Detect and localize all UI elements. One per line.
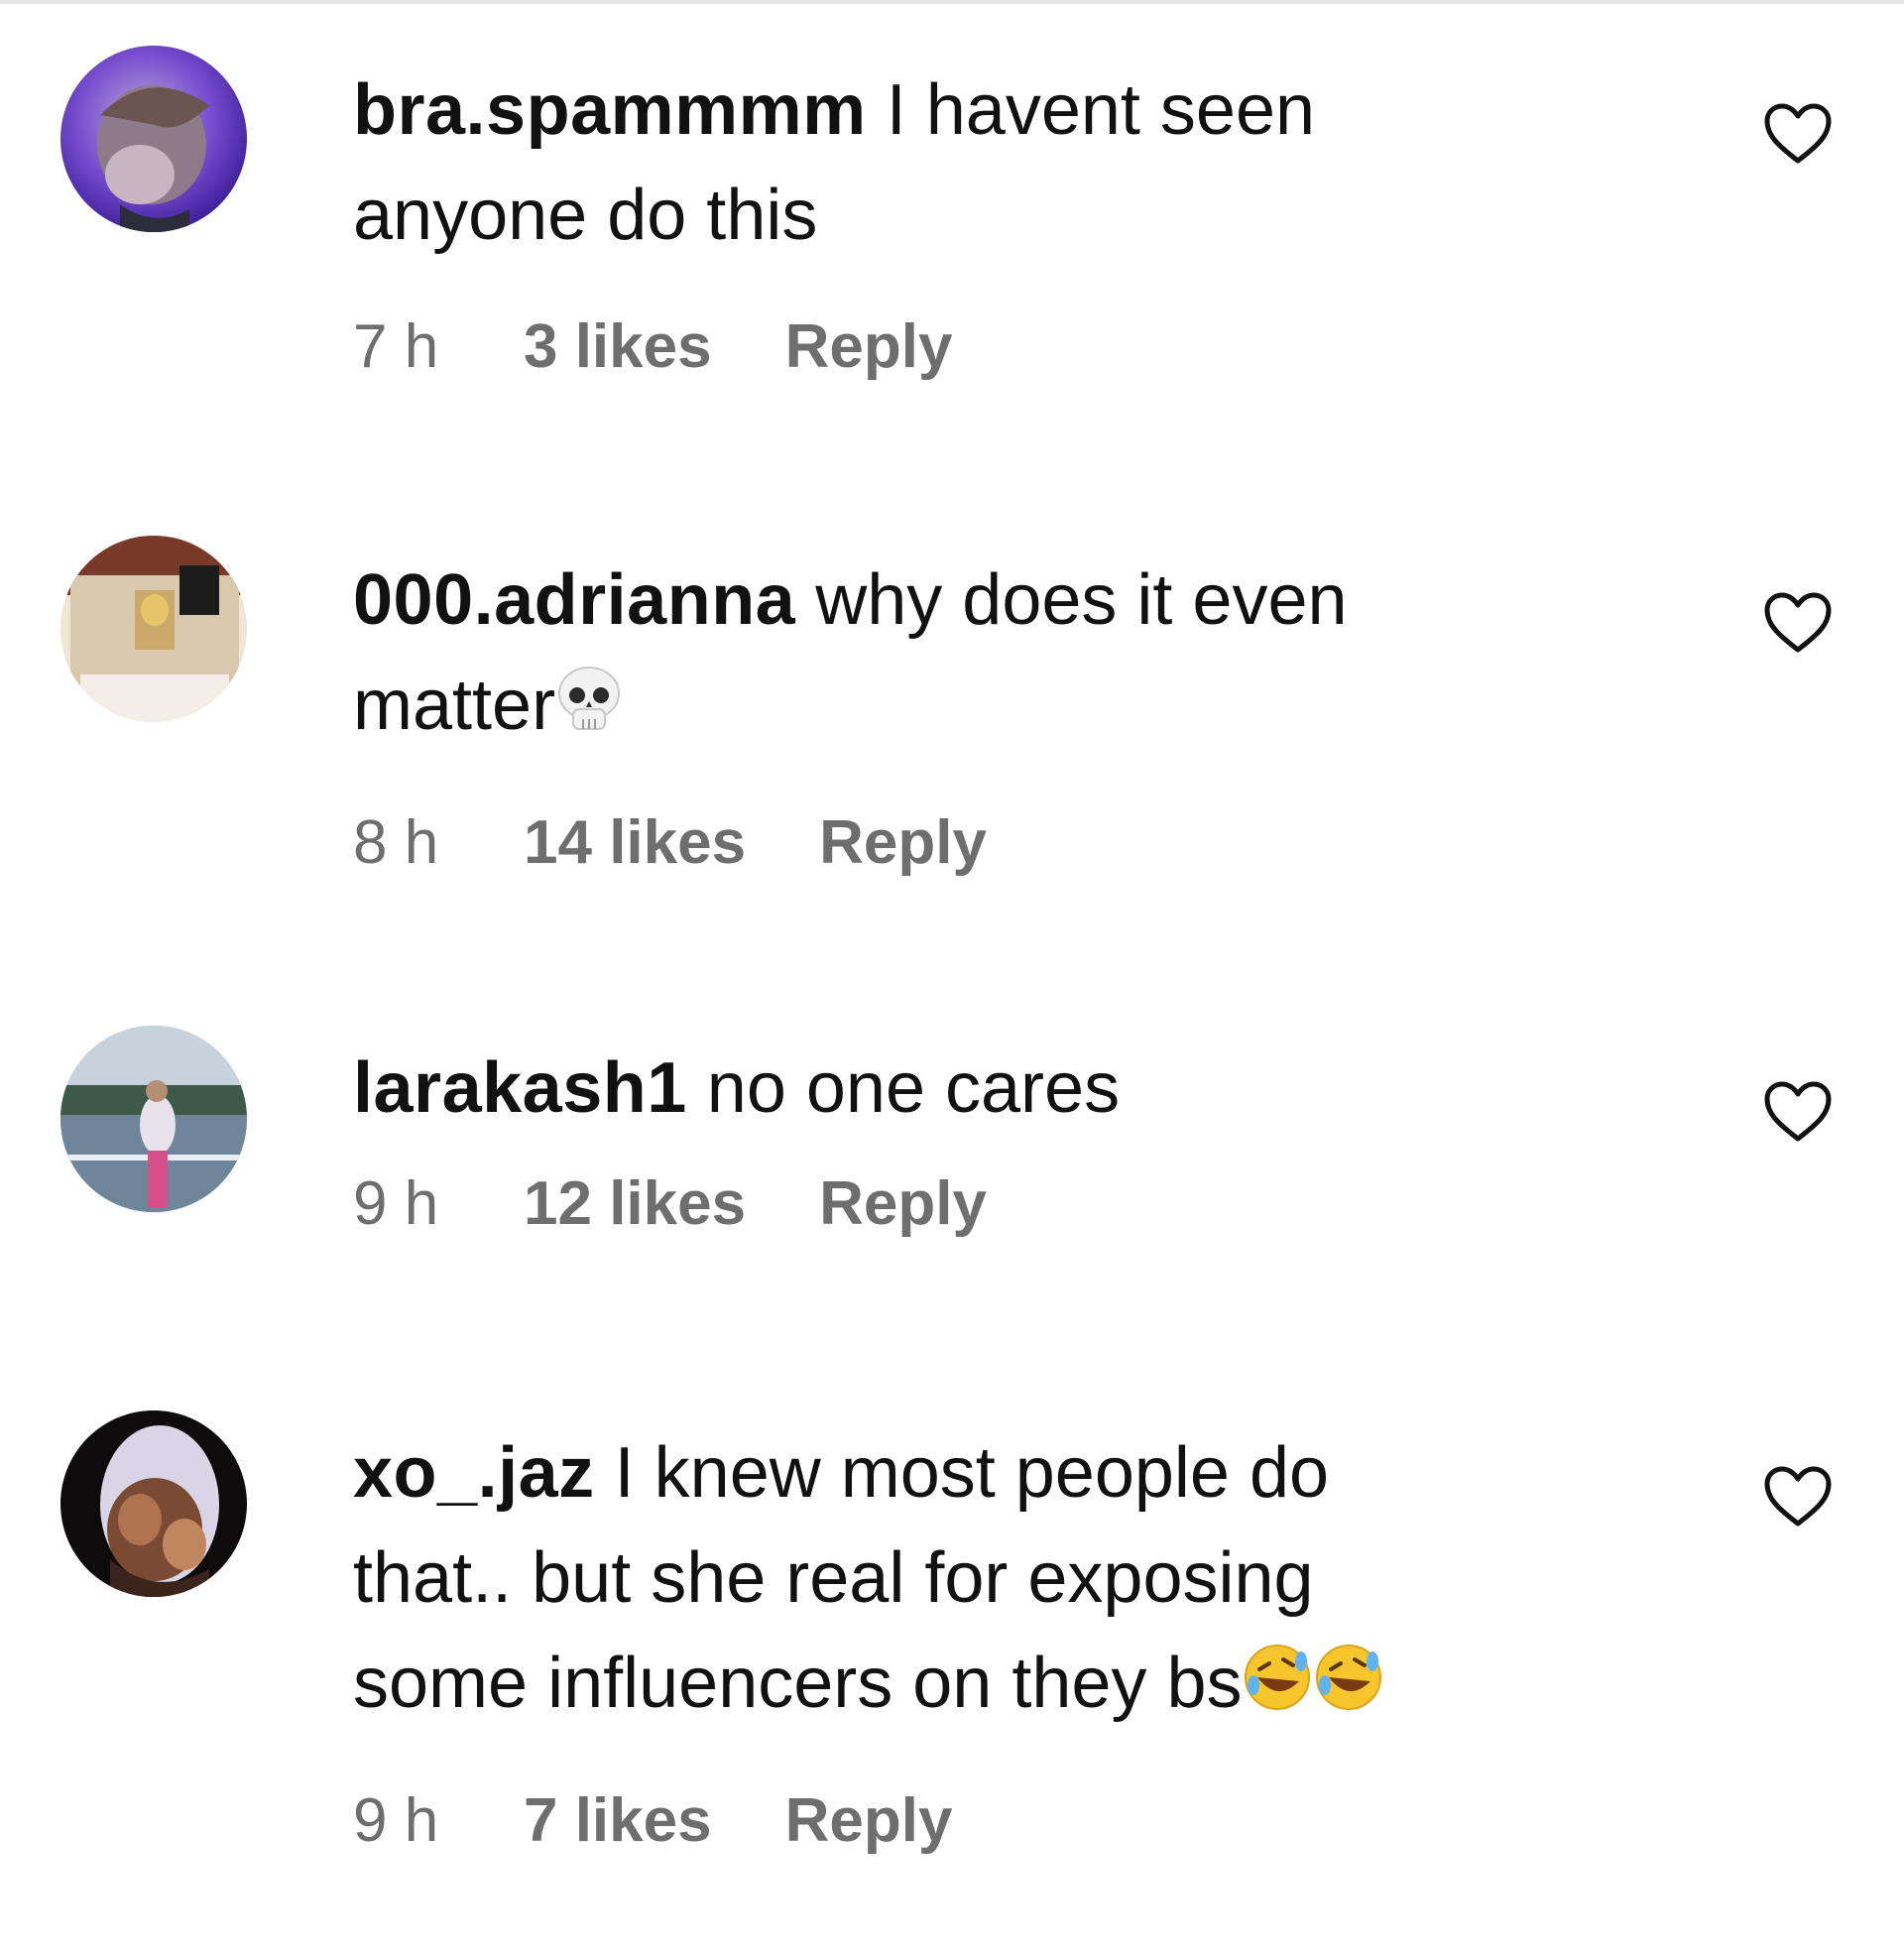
like-button[interactable]	[1763, 103, 1833, 165]
comment-text-line: some influencers on they bs	[353, 1644, 1243, 1723]
avatar[interactable]	[60, 1410, 247, 1597]
comment-username[interactable]: xo_.jaz	[353, 1433, 595, 1513]
reply-button[interactable]: Reply	[819, 1168, 987, 1239]
comment-text-line: matter	[353, 666, 556, 745]
comment-text: larakash1 no one cares	[353, 1036, 1543, 1141]
laughing-emoji-icon	[1242, 1637, 1313, 1742]
comment-timestamp[interactable]: 8 h	[353, 807, 524, 878]
comment-text-line: anyone do this	[353, 176, 818, 255]
avatar[interactable]	[60, 1026, 247, 1212]
comment-timestamp[interactable]: 9 h	[353, 1168, 524, 1239]
heart-outline-icon	[1764, 103, 1832, 164]
comment-likes-count[interactable]: 14 likes	[524, 807, 746, 878]
avatar[interactable]	[60, 46, 247, 232]
comment-text: 000.adrianna why does it even matter	[353, 548, 1543, 764]
comment-text-line: I knew most people do	[614, 1433, 1330, 1513]
reply-button[interactable]: Reply	[785, 311, 953, 382]
avatar[interactable]	[60, 536, 247, 722]
top-divider	[0, 0, 1904, 4]
reply-button[interactable]: Reply	[785, 1785, 953, 1856]
like-button[interactable]	[1763, 1466, 1833, 1528]
comment-text-line: I havent seen	[886, 70, 1316, 150]
comment-likes-count[interactable]: 12 likes	[524, 1168, 746, 1239]
comment-likes-count[interactable]: 7 likes	[524, 1785, 712, 1856]
like-button[interactable]	[1763, 1081, 1833, 1143]
comment-timestamp[interactable]: 7 h	[353, 311, 524, 382]
comment-meta: 9 h 7 likes Reply	[353, 1785, 1543, 1856]
comment-username[interactable]: larakash1	[353, 1048, 687, 1128]
comment-meta: 9 h 12 likes Reply	[353, 1168, 1543, 1239]
heart-outline-icon	[1764, 1466, 1832, 1527]
laughing-emoji-icon	[1313, 1637, 1384, 1742]
comment-meta: 7 h 3 likes Reply	[353, 311, 1543, 382]
heart-outline-icon	[1764, 1081, 1832, 1142]
comment-username[interactable]: bra.spammmm	[353, 70, 867, 150]
reply-button[interactable]: Reply	[819, 807, 987, 878]
comment-text-line: that.. but she real for exposing	[353, 1538, 1314, 1618]
comment-text-line: why does it even	[815, 560, 1348, 640]
comment-text: bra.spammmm I havent seen anyone do this	[353, 58, 1543, 268]
like-button[interactable]	[1763, 592, 1833, 654]
comment-username[interactable]: 000.adrianna	[353, 560, 795, 640]
comment-text: xo_.jaz I knew most people do that.. but…	[353, 1420, 1543, 1742]
comment-text-line: no one cares	[706, 1048, 1121, 1128]
comment-timestamp[interactable]: 9 h	[353, 1785, 524, 1856]
skull-emoji-icon	[555, 659, 623, 764]
comment-meta: 8 h 14 likes Reply	[353, 807, 1543, 878]
comment-likes-count[interactable]: 3 likes	[524, 311, 712, 382]
heart-outline-icon	[1764, 592, 1832, 653]
